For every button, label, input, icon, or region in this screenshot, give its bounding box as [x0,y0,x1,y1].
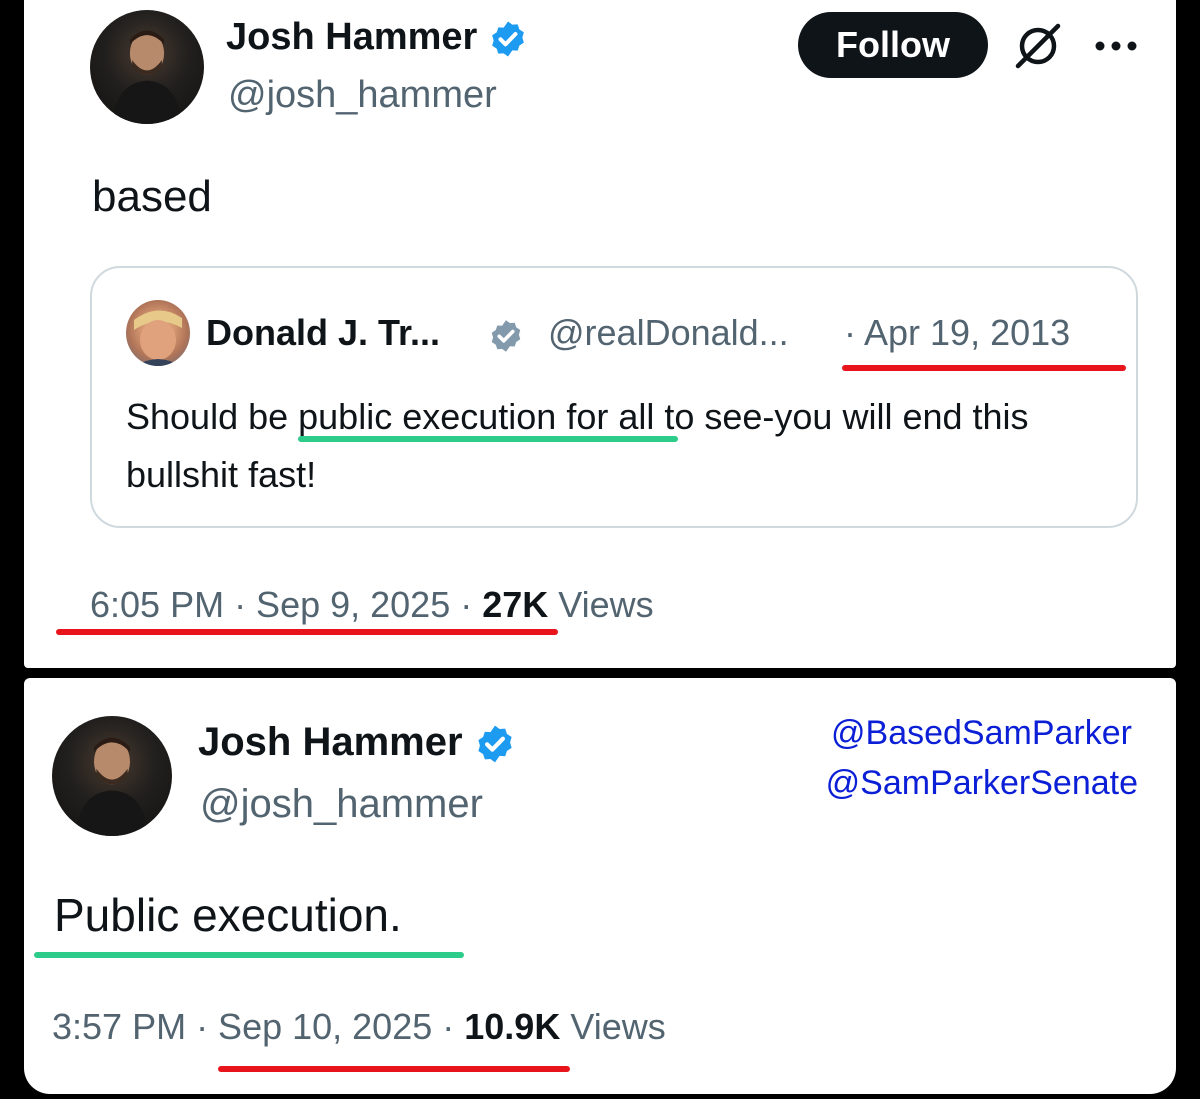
timestamp[interactable]: 3:57 PM · Sep 10, 2025 · [52,1006,464,1047]
verified-badge-icon [478,726,512,763]
quoted-avatar[interactable] [126,300,190,366]
face-icon [134,310,182,366]
verified-badge-icon [491,320,521,352]
person-silhouette-icon [76,737,148,836]
quoted-author-handle[interactable]: @realDonald... [548,312,789,354]
red-underline [218,1066,570,1072]
tweet-card-1: Josh Hammer @josh_hammer Follow based Do… [24,0,1176,668]
views-label: Views [560,1006,666,1047]
more-icon[interactable] [1094,40,1138,52]
avatar[interactable] [90,10,204,124]
overlay-handle-1: @BasedSamParker [831,714,1132,752]
views-count: 27K [482,584,549,625]
author-handle[interactable]: @josh_hammer [200,782,483,827]
author-handle[interactable]: @josh_hammer [228,74,497,117]
tweet-card-2: Josh Hammer @josh_hammer @BasedSamParker… [24,678,1176,1094]
person-silhouette-icon [112,30,182,124]
quoted-text: Should be public execution for all to se… [126,396,1029,495]
views-label: Views [548,584,654,625]
views-count: 10.9K [464,1006,561,1047]
verified-badge-icon [492,21,524,57]
tweet-text: based [92,172,212,221]
timestamp[interactable]: 6:05 PM · Sep 9, 2025 · [90,584,482,625]
avatar[interactable] [52,716,172,836]
grok-icon[interactable] [1012,22,1064,70]
green-underline [298,436,678,442]
green-underline [34,952,464,958]
tweet-meta: 6:05 PM · Sep 9, 2025 · 27K Views [90,584,654,626]
overlay-handle-2: @SamParkerSenate [825,764,1138,802]
author-name[interactable]: Josh Hammer [226,16,528,59]
quoted-author-name[interactable]: Donald J. Tr... [206,312,440,354]
tweet-text: Public execution. [54,889,402,941]
quoted-date[interactable]: · Apr 19, 2013 [844,312,1070,354]
tweet-meta: 3:57 PM · Sep 10, 2025 · 10.9K Views [52,1006,666,1048]
author-name[interactable]: Josh Hammer [198,720,516,765]
quoted-tweet[interactable]: Donald J. Tr... @realDonald... · Apr 19,… [90,266,1138,528]
follow-button[interactable]: Follow [798,12,988,78]
red-underline [842,365,1126,371]
red-underline [56,629,558,635]
